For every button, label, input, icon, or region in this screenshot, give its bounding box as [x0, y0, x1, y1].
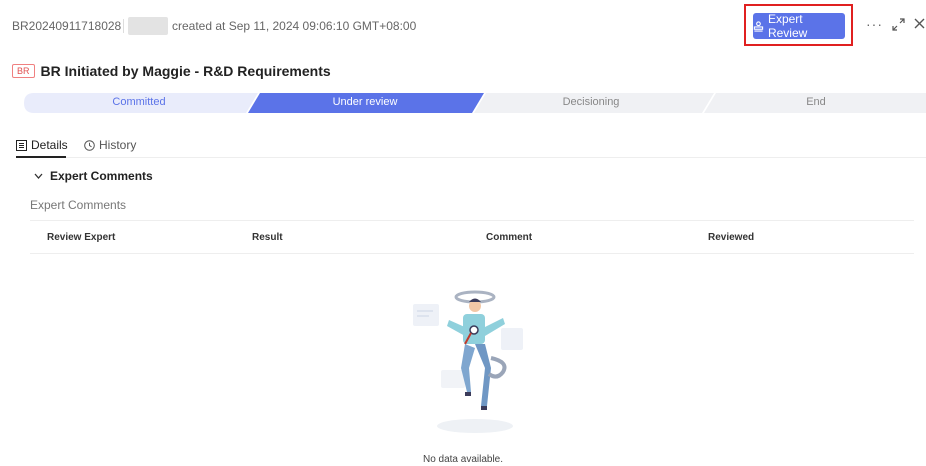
tab-history-label: History: [99, 138, 137, 152]
tab-bar: Details History: [16, 136, 926, 158]
request-id: BR20240911718028: [12, 19, 122, 33]
section-title: Expert Comments: [50, 169, 153, 183]
chevron-down-icon: [34, 173, 43, 179]
tab-history[interactable]: History: [84, 138, 136, 152]
tab-details-label: Details: [31, 138, 68, 152]
close-icon[interactable]: [913, 17, 926, 30]
expert-review-button[interactable]: Expert Review: [753, 12, 845, 40]
more-icon[interactable]: ···: [866, 16, 883, 32]
column-comment: Comment: [486, 232, 533, 243]
clock-icon: [84, 139, 95, 151]
step-under-review: Under review: [332, 96, 398, 108]
table-header: Review Expert Result Comment Reviewed: [30, 222, 914, 254]
active-tab-indicator: [16, 156, 66, 158]
step-decisioning: Decisioning: [562, 96, 620, 108]
divider: [123, 19, 124, 33]
page-title: BR Initiated by Maggie - R&D Requirement…: [40, 63, 331, 79]
expert-comments-toggle[interactable]: Expert Comments: [34, 169, 153, 183]
step-end: End: [806, 96, 826, 108]
column-review-expert: Review Expert: [47, 232, 116, 243]
stamp-icon: [753, 20, 764, 32]
column-result: Result: [252, 232, 283, 243]
created-timestamp: created at Sep 11, 2024 09:06:10 GMT+08:…: [172, 19, 417, 33]
empty-state-illustration: [413, 290, 523, 433]
list-icon: [16, 139, 27, 151]
column-reviewed: Reviewed: [708, 232, 755, 243]
expert-review-label: Expert Review: [767, 12, 808, 40]
redacted-creator: [128, 17, 168, 35]
progress-steps: Committed Under review Decisioning End: [24, 93, 926, 113]
empty-state-text: No data available.: [422, 454, 504, 465]
tab-details[interactable]: Details: [16, 138, 68, 152]
expand-icon[interactable]: [892, 18, 905, 31]
step-committed: Committed: [112, 96, 166, 108]
top-bar: BR20240911718028 created at Sep 11, 2024…: [0, 0, 926, 52]
section-sub-label: Expert Comments: [30, 198, 127, 212]
table-divider: [30, 220, 914, 221]
title-row: BR BR Initiated by Maggie - R&D Requirem…: [12, 62, 331, 80]
type-tag: BR: [12, 64, 35, 78]
